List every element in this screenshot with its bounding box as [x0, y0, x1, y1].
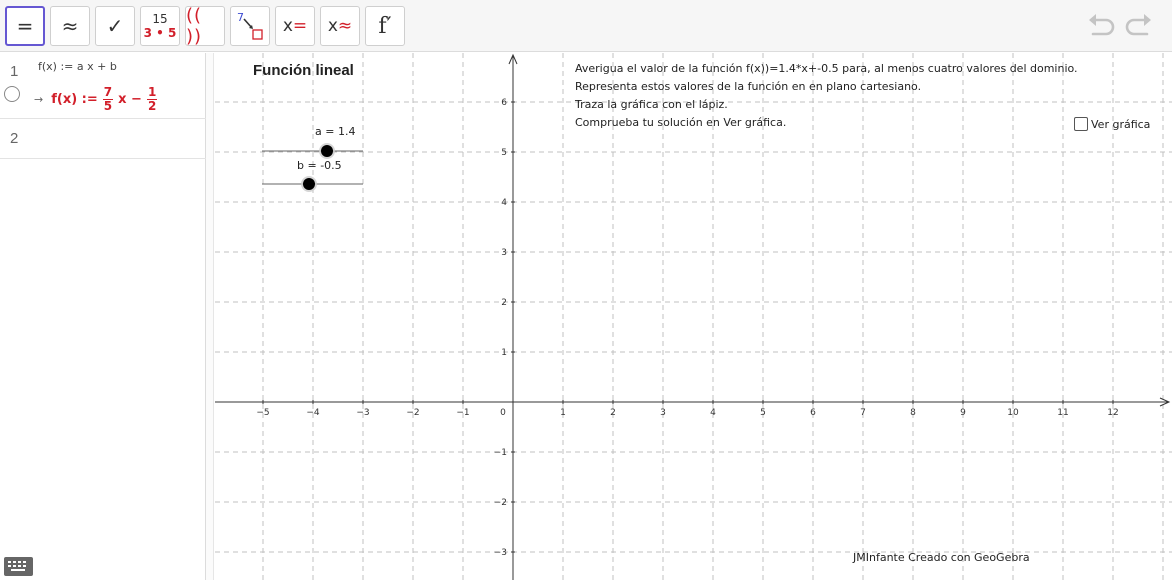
x-tick-label: −2 — [406, 408, 419, 418]
y-tick-label: 6 — [501, 98, 507, 108]
keyboard-icon[interactable] — [4, 557, 33, 576]
x-tick-label: 8 — [910, 408, 916, 418]
output-middle: x − — [118, 92, 142, 107]
y-tick-label: −1 — [494, 448, 507, 458]
x-tick-label: 1 — [560, 408, 566, 418]
fraction-a: 7 5 — [102, 85, 114, 113]
x-tick-label: 3 — [660, 408, 666, 418]
factor-top-label: 15 — [152, 12, 168, 26]
instructions-text: Averigua el valor de la función f(x))=1.… — [575, 60, 1078, 132]
fraction-b: 1 2 — [146, 85, 158, 113]
arrow-icon: → — [34, 93, 44, 106]
x-tick-label: 12 — [1107, 408, 1118, 418]
row-number: 2 — [10, 130, 19, 147]
factor-number-icon: 15 3 • 5 — [144, 12, 177, 40]
x-tick-label: 7 — [860, 408, 866, 418]
svg-text:7: 7 — [237, 11, 244, 24]
instruction-line: Traza la gráfica con el lápiz. — [575, 98, 728, 111]
instruction-line: Averigua el valor de la función f(x))=1.… — [575, 62, 1078, 75]
keep-input-button[interactable]: ✓ — [95, 6, 135, 46]
checkbox-label: Ver gráfica — [1091, 117, 1151, 131]
slider-b-handle[interactable] — [303, 178, 315, 190]
y-tick-label: 1 — [501, 348, 507, 358]
undo-icon[interactable] — [1086, 12, 1118, 40]
solve-icon: x= — [282, 16, 308, 36]
checkmark-icon: ✓ — [106, 14, 124, 38]
solve-numerically-button[interactable]: x≈ — [320, 6, 360, 46]
toolbar: = ≈ ✓ 15 3 • 5 (( )) 7 x= x≈ f′ — [0, 0, 1172, 52]
solve-button[interactable]: x= — [275, 6, 315, 46]
redo-icon[interactable] — [1122, 12, 1154, 40]
x-tick-label: 10 — [1007, 408, 1019, 418]
x-tick-label: 9 — [960, 408, 966, 418]
ver-grafica-checkbox[interactable]: Ver gráfica — [1074, 117, 1150, 131]
derivative-icon: f′ — [378, 13, 392, 39]
x-tick-label: 2 — [610, 408, 616, 418]
y-tick-label: 5 — [501, 148, 507, 158]
x-tick-label: −4 — [306, 408, 320, 418]
fraction-a-numerator: 7 — [102, 85, 114, 100]
algebra-input-row[interactable]: 2 — [0, 119, 206, 159]
x-tick-label: 5 — [760, 408, 766, 418]
substitute-icon: 7 — [237, 11, 263, 40]
credit-text: JMInfante Creado con GeoGebra — [853, 551, 1030, 564]
output-formula: → f(x) := 7 5 x − 1 2 — [34, 86, 162, 113]
numeric-button[interactable]: ≈ — [50, 6, 90, 46]
substitute-button[interactable]: 7 — [230, 6, 270, 46]
equals-icon: = — [16, 14, 34, 38]
fraction-a-denominator: 5 — [103, 99, 113, 113]
x-tick-label: 0 — [500, 408, 506, 418]
y-tick-label: 2 — [501, 298, 507, 308]
x-tick-label: −3 — [356, 408, 369, 418]
x-tick-label: 4 — [710, 408, 716, 418]
y-tick-label: 3 — [501, 248, 507, 258]
sliders — [262, 143, 363, 192]
y-tick-label: −3 — [494, 548, 507, 558]
evaluate-button[interactable]: = — [5, 6, 45, 46]
instruction-line: Comprueba tu solución en Ver gráfica. — [575, 116, 787, 129]
algebra-row-1[interactable]: 1 f(x) := a x + b → f(x) := 7 5 x − 1 2 — [0, 53, 206, 119]
algebra-view: 1 f(x) := a x + b → f(x) := 7 5 x − 1 2 … — [0, 53, 206, 580]
view-splitter[interactable] — [206, 53, 214, 580]
parentheses-icon: (( )) — [186, 5, 203, 47]
visibility-toggle[interactable] — [4, 86, 20, 102]
x-tick-label: −1 — [456, 408, 469, 418]
fraction-b-denominator: 2 — [147, 99, 157, 113]
fraction-b-numerator: 1 — [146, 85, 158, 100]
expand-button[interactable]: (( )) — [185, 5, 225, 47]
checkbox-box[interactable] — [1074, 117, 1088, 131]
graphics-view[interactable]: −5 −4 −3 −2 −1 0 1 2 3 4 5 6 7 8 9 10 11 12 6 5 4 3 2 1 −1 −2 −3 F… — [215, 53, 1172, 580]
x-tick-label: 11 — [1057, 408, 1068, 418]
y-tick-label: −2 — [494, 498, 507, 508]
factor-bottom-label: 3 • 5 — [143, 26, 177, 40]
instruction-line: Representa estos valores de la función e… — [575, 80, 922, 93]
solve-numeric-icon: x≈ — [327, 16, 353, 36]
definition-text: f(x) := a x + b — [38, 60, 117, 73]
geogebra-app: = ≈ ✓ 15 3 • 5 (( )) 7 x= x≈ f′ 1 f(x):… — [0, 0, 1172, 580]
approx-icon: ≈ — [61, 14, 79, 38]
factor-number-button[interactable]: 15 3 • 5 — [140, 6, 180, 46]
x-tick-label: 6 — [810, 408, 816, 418]
slider-a-handle[interactable] — [321, 145, 333, 157]
x-tick-label: −5 — [256, 408, 269, 418]
row-number: 1 — [10, 63, 19, 80]
derivative-button[interactable]: f′ — [365, 6, 405, 46]
output-prefix: f(x) := — [51, 92, 98, 107]
y-tick-label: 4 — [501, 198, 507, 208]
